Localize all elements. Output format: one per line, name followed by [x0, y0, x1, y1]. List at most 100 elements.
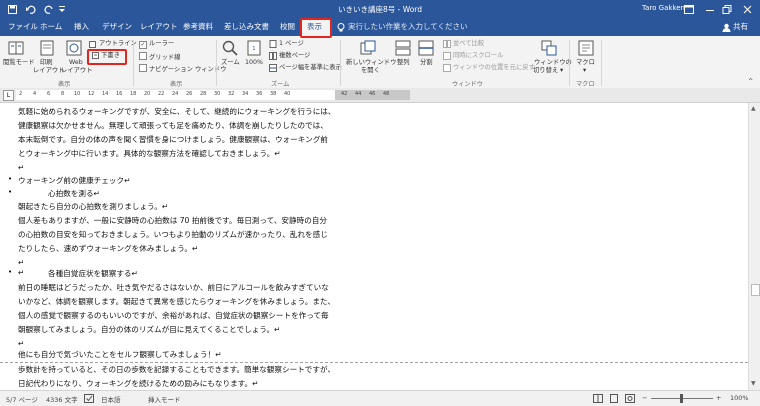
scroll-up-icon[interactable]: ▲	[751, 105, 756, 112]
macro-dropdown-icon[interactable]: ▾	[583, 67, 586, 75]
show-group-label: 表示	[170, 81, 183, 88]
hundred-percent-icon[interactable]: 1	[247, 40, 261, 56]
tab-references[interactable]: 参考資料	[183, 21, 213, 32]
language[interactable]: 日本語	[101, 394, 121, 404]
outline-button[interactable]: アウトライン	[99, 40, 137, 48]
page-count[interactable]: 5/7 ページ	[6, 394, 38, 404]
ribbon-display-icon[interactable]	[684, 5, 694, 14]
new-window-label2: を開く	[361, 67, 380, 74]
split-icon[interactable]	[418, 40, 434, 56]
ruler-bar: L 2 4 6 8 10 12 14 16 18 20 22 24 26 28 …	[0, 88, 760, 103]
sync-scroll-icon	[443, 52, 451, 60]
minimize-icon[interactable]	[705, 5, 715, 14]
check-icon: ✓	[139, 41, 147, 49]
ruler-tick: 20	[144, 91, 151, 97]
arrange-all-icon[interactable]	[395, 40, 411, 56]
tab-selector-icon[interactable]: L	[3, 90, 14, 101]
switch-windows-icon[interactable]	[541, 40, 557, 56]
hundred-percent-button[interactable]: 100%	[245, 59, 263, 67]
split-button[interactable]: 分割	[420, 59, 433, 67]
nav-pane-label: ナビゲーション ウィンドウ	[149, 66, 227, 73]
print-layout-label2: レイアウト	[33, 67, 65, 74]
read-mode-button[interactable]: 閲覧モード	[3, 59, 34, 67]
vertical-scrollbar[interactable]: ▲ ▼	[748, 103, 760, 390]
ribbon: 閲覧モード 印刷 レイアウト Web レイアウト アウトライン 下書き 表示 ✓…	[0, 36, 760, 89]
ruler-tick: 38	[270, 91, 277, 97]
body-text: 朝観察してみましょう。自分の体のリズムが目に見えてくることでしょう。↵	[18, 325, 281, 334]
ruler-tick: 16	[116, 91, 123, 97]
side-by-side-icon	[443, 40, 451, 48]
new-window-label1[interactable]: 新しいウィンドウ	[346, 59, 396, 67]
svg-text:1: 1	[252, 46, 255, 52]
side-by-side-button[interactable]: 並べて比較	[453, 40, 484, 48]
input-mode[interactable]: 挿入モード	[148, 394, 181, 404]
one-page-button[interactable]: 1 ページ	[279, 40, 304, 48]
web-layout-status-icon[interactable]	[625, 394, 635, 403]
nav-pane-checkbox[interactable]: ナビゲーション ウィンドウ	[139, 64, 226, 74]
switch-windows-label1[interactable]: ウィンドウの	[534, 59, 572, 67]
body-text: 個人の感覚で観察するのもいいのですが、余裕があれば、自覚症状の観察シートを作って…	[18, 311, 329, 320]
window-group-label: ウィンドウ	[452, 81, 483, 88]
macro-button[interactable]: マクロ	[576, 59, 595, 67]
zoom-out-icon[interactable]: −	[642, 394, 647, 402]
restore-icon[interactable]	[722, 5, 732, 14]
ruler-tick: 12	[88, 91, 95, 97]
tab-file[interactable]: ファイル	[8, 21, 38, 32]
collapse-ribbon-icon[interactable]: ^	[748, 78, 753, 86]
gridlines-checkbox[interactable]: グリッド線	[139, 52, 180, 62]
read-mode-icon[interactable]	[8, 40, 24, 56]
paragraph-mark: ↵	[18, 258, 25, 267]
switch-dropdown-icon[interactable]: ▾	[560, 67, 563, 75]
switch-windows-label2: 切り替え	[533, 67, 559, 74]
views-group-label: 表示	[58, 81, 71, 88]
zoom-slider-thumb[interactable]	[680, 394, 683, 403]
tab-insert[interactable]: 挿入	[74, 21, 89, 32]
arrange-button[interactable]: 整列	[397, 59, 410, 67]
unchecked-box-icon	[139, 64, 147, 72]
ruler-tick: 30	[214, 91, 221, 97]
share-icon	[722, 23, 731, 32]
macro-icon[interactable]	[578, 40, 594, 56]
body-text: の心拍数の目安を知っておきましょう。いつもより拍動のリズムが速かったり、乱れを感…	[18, 230, 328, 239]
ruler-tick: 36	[256, 91, 263, 97]
paragraph-mark: ↵	[18, 268, 25, 277]
tab-design[interactable]: デザイン	[102, 21, 132, 32]
magnifier-icon[interactable]	[222, 40, 238, 56]
ruler-checkbox[interactable]: ✓ ルーラー	[139, 40, 174, 49]
tab-review[interactable]: 校閲	[280, 21, 295, 32]
word-count[interactable]: 4336 文字	[46, 394, 78, 404]
zoom-level[interactable]: 100%	[730, 394, 749, 402]
document-area[interactable]: 気軽に始められるウォーキングですが、安全に、そして、継続的にウォーキングを行うに…	[0, 103, 748, 390]
user-name[interactable]: Taro Gakken	[642, 4, 685, 12]
page-width-button[interactable]: ページ幅を基準に表示	[279, 64, 342, 72]
body-text: 朝起きたら自分の心拍数を測りましょう。↵	[18, 202, 169, 211]
tell-me-box[interactable]: 実行したい作業を入力してください	[348, 21, 468, 32]
tab-mailings[interactable]: 差し込み文書	[224, 21, 269, 32]
new-window-icon[interactable]	[360, 40, 376, 56]
zoom-in-icon[interactable]: +	[716, 394, 721, 402]
heading-text: ウォーキング前の健康チェック↵	[18, 176, 131, 185]
close-icon[interactable]	[743, 5, 753, 14]
tab-home[interactable]: ホーム	[40, 21, 62, 32]
multi-page-button[interactable]: 複数ページ	[279, 52, 310, 60]
body-text: いかなど、体調を観察します。朝起きて異常を感じたらウォーキングを休みましょう。ま…	[18, 297, 336, 306]
ruler-tick: 18	[130, 91, 137, 97]
sync-scroll-button[interactable]: 同時にスクロール	[453, 52, 503, 60]
scroll-down-icon[interactable]: ▼	[751, 380, 756, 387]
reset-window-position-button[interactable]: ウィンドウの位置を元に戻す	[453, 64, 535, 72]
draft-highlight	[87, 49, 127, 65]
ruler-tick: 40	[284, 91, 291, 97]
web-layout-icon[interactable]	[66, 40, 82, 56]
share-button[interactable]: 共有	[733, 21, 748, 32]
print-layout-status-icon[interactable]	[609, 394, 619, 403]
subheading-text: 心拍数を測る↵	[48, 189, 100, 198]
zoom-button[interactable]: ズーム	[221, 59, 240, 67]
scroll-thumb[interactable]	[751, 284, 760, 296]
body-text: 他にも自分で気づいたことをセルフ観察してみましょう！↵	[18, 350, 222, 359]
read-mode-status-icon[interactable]	[593, 394, 603, 403]
tab-layout[interactable]: レイアウト	[140, 21, 178, 32]
print-layout-icon[interactable]	[40, 40, 54, 56]
proofing-icon[interactable]	[84, 394, 94, 403]
ruler-tick: 10	[74, 91, 81, 97]
group-separator	[133, 40, 134, 86]
